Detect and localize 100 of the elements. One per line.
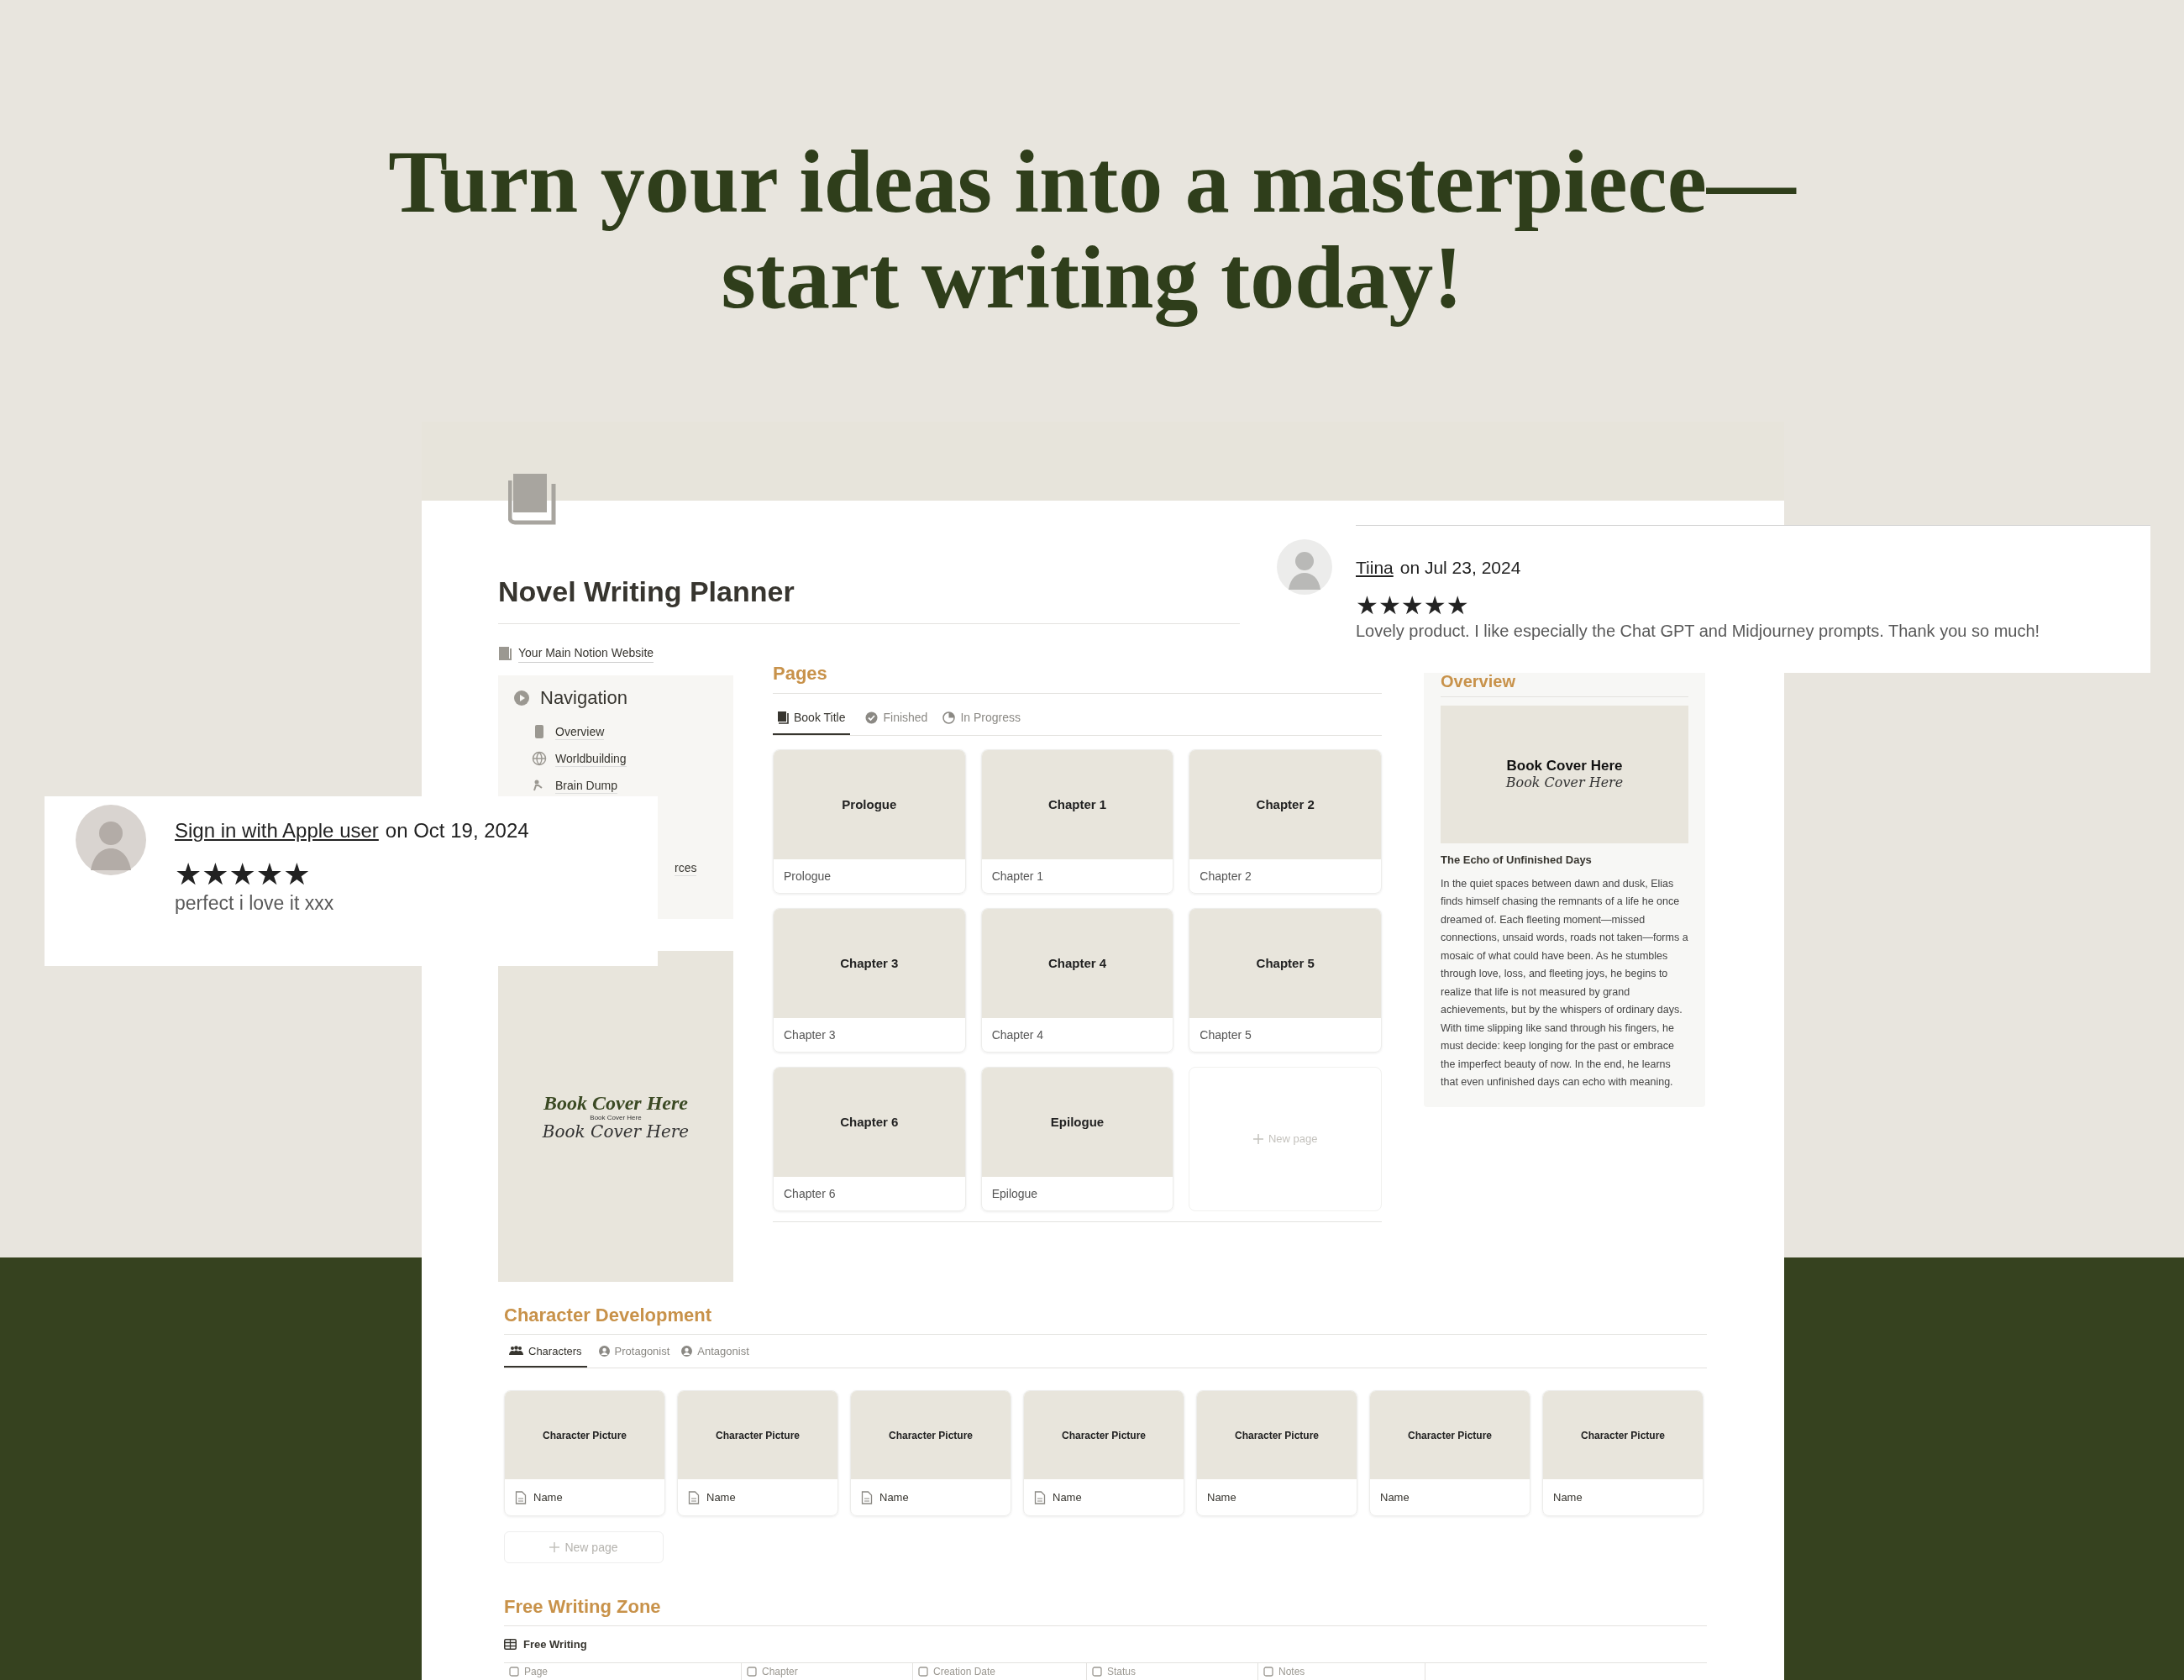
nav-link[interactable]: Brain Dump [555, 777, 617, 794]
page-card[interactable]: Epilogue Epilogue [980, 1067, 1174, 1211]
section-heading: Free Writing Zone [504, 1595, 662, 1619]
star-icon: ★ [1423, 591, 1446, 620]
pie-icon [942, 711, 956, 724]
document-icon [861, 1490, 873, 1504]
section-heading: Character Development [504, 1304, 712, 1327]
card-title: Chapter 5 [1200, 1026, 1252, 1043]
star-icon: ★ [175, 858, 202, 891]
star-icon: ★ [255, 858, 284, 891]
user-icon [681, 1345, 693, 1357]
column-header: Page [524, 1666, 549, 1677]
view-tab[interactable]: Antagonist [681, 1342, 749, 1368]
character-card[interactable]: Character Picture Name [1196, 1390, 1357, 1516]
page-card[interactable]: Prologue Prologue [773, 749, 966, 894]
view-tab[interactable]: Free Writing [504, 1635, 587, 1653]
card-cover: Character Picture [1024, 1391, 1184, 1479]
character-card[interactable]: Character Picture Name [1369, 1390, 1530, 1516]
callout-title: Navigation [540, 686, 627, 710]
page-card[interactable]: Chapter 6 Chapter 6 [773, 1067, 966, 1211]
card-cover: Character Picture [678, 1391, 837, 1479]
page-card[interactable]: Chapter 4 Chapter 4 [980, 908, 1174, 1053]
card-cover: Character Picture [851, 1391, 1011, 1479]
card-title: Name [1553, 1489, 1583, 1505]
review-text: perfect i love it xxx [175, 891, 335, 915]
card-title: Name [1380, 1489, 1410, 1505]
card-title: Chapter 1 [991, 868, 1044, 885]
column-type-icon [509, 1667, 519, 1677]
cover-text: Book Cover Here [590, 1113, 642, 1121]
card-cover: Chapter 4 [981, 909, 1173, 1018]
star-icon: ★ [1356, 591, 1378, 620]
card-title: Chapter 3 [784, 1026, 836, 1043]
card-title: Name [1053, 1489, 1082, 1505]
card-title: Prologue [784, 868, 832, 885]
card-cover: Character Picture [505, 1391, 664, 1479]
column-type-icon [1263, 1667, 1273, 1677]
globe-icon [532, 751, 547, 766]
page-card[interactable]: Chapter 2 Chapter 2 [1189, 749, 1382, 894]
document-icon [515, 1490, 527, 1504]
badge-check-icon [865, 711, 879, 724]
character-card[interactable]: Character Picture Name [1542, 1390, 1704, 1516]
cover-text: Book Cover Here [543, 1091, 688, 1114]
headline: Turn your ideas into a masterpiece—start writing today! [387, 134, 1798, 326]
review-date: on Jul 23, 2024 [1399, 557, 1521, 579]
card-cover: Chapter 1 [981, 750, 1173, 859]
card-cover: Chapter 6 [774, 1068, 965, 1177]
book-icon [778, 711, 789, 724]
column-header: Chapter [762, 1666, 798, 1677]
card-title: Name [706, 1489, 736, 1505]
character-card[interactable]: Character Picture Name [1023, 1390, 1184, 1516]
view-tab[interactable]: Characters [504, 1342, 587, 1368]
star-icon: ★ [228, 858, 256, 891]
card-cover: Character Picture [1370, 1391, 1530, 1479]
plus-icon [549, 1542, 560, 1552]
star-icon: ★ [1378, 591, 1401, 620]
cover-text: Book Cover Here [542, 1121, 690, 1142]
page-card[interactable]: Chapter 1 Chapter 1 [980, 749, 1174, 894]
view-tab[interactable]: Book Title [773, 709, 851, 735]
column-type-icon [747, 1667, 757, 1677]
page-title: Novel Writing Planner [498, 575, 795, 608]
cover-text: Book Cover Here [1506, 758, 1623, 774]
page-card[interactable]: Chapter 3 Chapter 3 [773, 908, 966, 1053]
column-type-icon [918, 1667, 928, 1677]
view-tab[interactable]: Protagonist [598, 1342, 670, 1368]
page-link[interactable]: Your Main Notion Website [518, 644, 654, 663]
character-card[interactable]: Character Picture Name [677, 1390, 838, 1516]
star-icon: ★ [1400, 591, 1424, 620]
phone-icon [533, 724, 545, 739]
character-card[interactable]: Character Picture Name [504, 1390, 665, 1516]
card-cover: Epilogue [981, 1068, 1173, 1177]
user-icon [598, 1345, 610, 1357]
section-heading: Overview [1441, 671, 1516, 691]
column-type-icon [1092, 1667, 1102, 1677]
card-cover: Character Picture [1197, 1391, 1357, 1479]
section-heading: Pages [773, 663, 828, 685]
view-tab[interactable]: In Progress [942, 709, 1021, 735]
book-icon [498, 646, 512, 661]
avatar-icon [1277, 539, 1332, 595]
column-header: Notes [1278, 1666, 1305, 1677]
nav-link[interactable]: Worldbuilding [555, 750, 627, 767]
card-cover: Chapter 3 [774, 909, 965, 1018]
nav-link[interactable]: rces [675, 859, 697, 876]
nav-link[interactable]: Overview [555, 723, 605, 740]
document-icon [1034, 1490, 1046, 1504]
character-card[interactable]: Character Picture Name [850, 1390, 1011, 1516]
star-icon: ★ [1446, 591, 1469, 620]
cover-text: Book Cover Here [1505, 774, 1624, 791]
author-link[interactable]: Tiina [1356, 554, 1394, 581]
author-link[interactable]: Sign in with Apple user [175, 816, 379, 846]
page-card[interactable]: Chapter 5 Chapter 5 [1189, 908, 1382, 1053]
card-cover: Chapter 5 [1189, 909, 1381, 1018]
card-title: Chapter 4 [991, 1026, 1044, 1043]
card-title: Name [879, 1489, 909, 1505]
card-title: Chapter 2 [1200, 868, 1252, 885]
card-title: Name [533, 1489, 563, 1505]
avatar-icon [76, 805, 146, 875]
card-title: Name [1207, 1489, 1236, 1505]
star-icon: ★ [283, 858, 311, 891]
book-title: The Echo of Unfinished Days [1441, 853, 1593, 868]
column-header: Status [1107, 1666, 1137, 1677]
